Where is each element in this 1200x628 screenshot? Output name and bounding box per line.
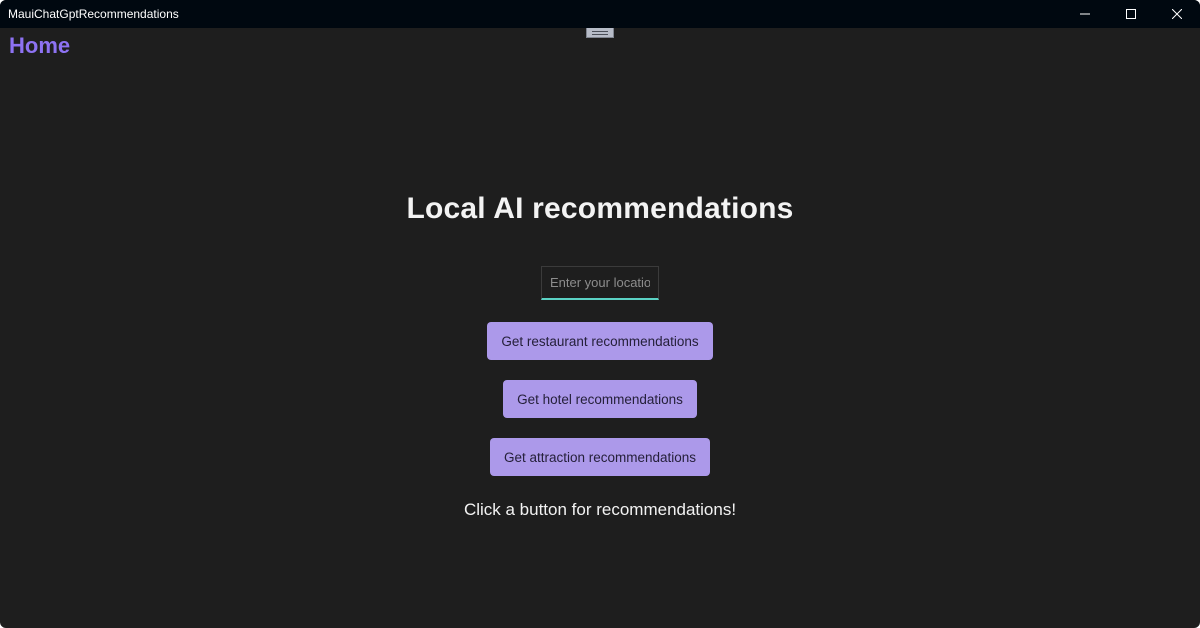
- get-restaurant-button[interactable]: Get restaurant recommendations: [487, 322, 712, 360]
- app-window: MauiChatGptRecommendations Home Local AI…: [0, 0, 1200, 628]
- instruction-text: Click a button for recommendations!: [464, 500, 736, 520]
- get-hotel-button[interactable]: Get hotel recommendations: [503, 380, 697, 418]
- hamburger-icon: [592, 34, 608, 35]
- titlebar-controls: [1062, 0, 1200, 28]
- get-attraction-button[interactable]: Get attraction recommendations: [490, 438, 710, 476]
- app-header: Home: [0, 28, 1200, 62]
- minimize-icon: [1080, 9, 1090, 19]
- flyout-toggle[interactable]: [586, 28, 614, 38]
- maximize-button[interactable]: [1108, 0, 1154, 28]
- close-button[interactable]: [1154, 0, 1200, 28]
- close-icon: [1172, 9, 1182, 19]
- main-heading: Local AI recommendations: [406, 192, 793, 226]
- location-input[interactable]: [541, 266, 659, 300]
- maximize-icon: [1126, 9, 1136, 19]
- recommendation-buttons: Get restaurant recommendations Get hotel…: [487, 322, 712, 476]
- main-content: Local AI recommendations Get restaurant …: [0, 62, 1200, 628]
- hamburger-icon: [592, 31, 608, 32]
- minimize-button[interactable]: [1062, 0, 1108, 28]
- page-title: Home: [9, 35, 70, 57]
- window-title: MauiChatGptRecommendations: [8, 7, 179, 21]
- titlebar: MauiChatGptRecommendations: [0, 0, 1200, 28]
